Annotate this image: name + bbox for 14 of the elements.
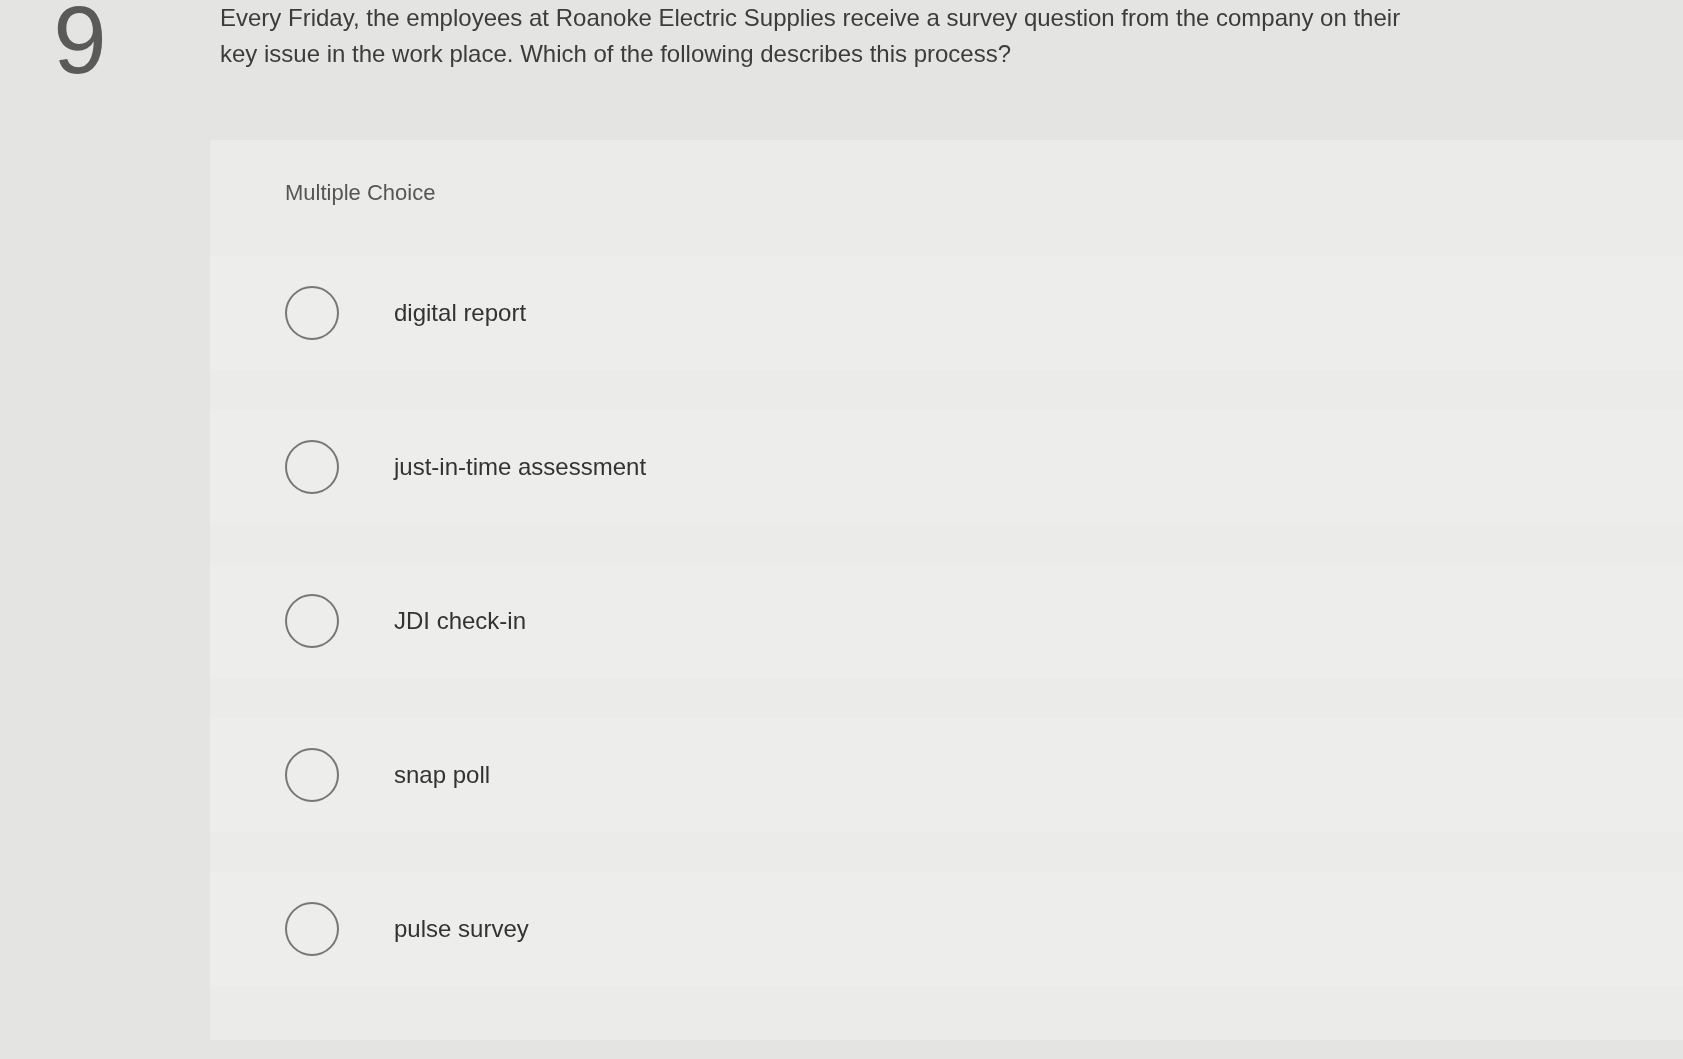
radio-button[interactable]	[285, 594, 339, 648]
option-label: JDI check-in	[394, 607, 527, 635]
question-text: Every Friday, the employees at Roanoke Electric Supplies receive a survey question from the company on their	[220, 3, 1401, 33]
radio-button[interactable]	[285, 440, 339, 494]
radio-button[interactable]	[285, 902, 339, 956]
question-number: 9	[52, 0, 108, 95]
question-text: key issue in the work place. Which of the following describes this process?	[220, 39, 1013, 69]
option-label: snap poll	[394, 761, 491, 789]
option-label: just-in-time assessment	[394, 453, 647, 481]
answer-type-label: Multiple Choice	[284, 179, 437, 207]
option-label: digital report	[394, 299, 527, 327]
radio-button[interactable]	[285, 286, 339, 340]
option-label: pulse survey	[394, 915, 529, 943]
radio-button[interactable]	[285, 748, 339, 802]
